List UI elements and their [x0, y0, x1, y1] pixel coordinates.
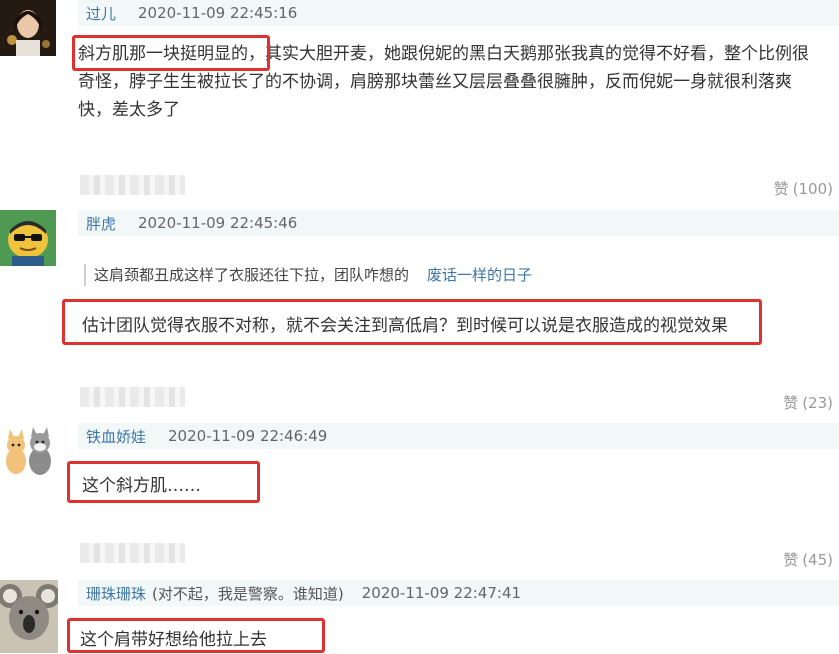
- comment-text: 奇怪，脖子生生被拉长了的不协调，肩膀那块蕾丝又层层叠叠很臃肿，反而倪妮一身就很利…: [78, 72, 792, 92]
- like-button[interactable]: 赞 (100): [774, 178, 833, 199]
- user-remark: (对不起，我是警察。谁知道): [152, 584, 344, 603]
- comment-header: 过儿 2020-11-09 22:45:16: [78, 0, 839, 26]
- blurred-reply-area: [80, 543, 185, 563]
- avatar[interactable]: [0, 423, 58, 479]
- highlight-box: [67, 618, 325, 653]
- timestamp: 2020-11-09 22:45:16: [138, 4, 298, 22]
- highlight-box: [67, 461, 260, 503]
- avatar[interactable]: [0, 210, 56, 266]
- like-count: (100): [792, 180, 833, 198]
- timestamp: 2020-11-09 22:47:41: [361, 584, 522, 602]
- timestamp: 2020-11-09 22:45:46: [138, 214, 298, 232]
- quote-text: 这肩颈都丑成这样了衣服还往下拉，团队咋想的: [94, 266, 410, 284]
- comment-text: 快，差太多了: [78, 100, 180, 120]
- comment-header: 铁血娇娃 2020-11-09 22:46:49: [78, 423, 839, 449]
- like-count: (45): [802, 551, 833, 569]
- quoted-reply: 这肩颈都丑成这样了衣服还往下拉，团队咋想的 废话一样的日子: [84, 264, 532, 286]
- highlight-box: [72, 35, 270, 71]
- like-count: (23): [802, 394, 833, 412]
- quoted-username-link[interactable]: 废话一样的日子: [427, 266, 532, 284]
- avatar[interactable]: [0, 580, 58, 653]
- avatar[interactable]: [0, 0, 56, 56]
- like-label: 赞: [773, 180, 789, 198]
- username-link[interactable]: 珊珠珊珠: [86, 583, 146, 604]
- like-button[interactable]: 赞 (23): [783, 392, 833, 413]
- username-link[interactable]: 过儿: [86, 3, 116, 24]
- comment-text: 其实大胆开麦，她跟倪妮的黑白天鹅那张我真的觉得不好看，整个比例很: [265, 44, 809, 64]
- like-button[interactable]: 赞 (45): [783, 549, 833, 570]
- timestamp: 2020-11-09 22:46:49: [168, 427, 328, 445]
- blurred-reply-area: [80, 387, 185, 407]
- like-label: 赞: [783, 551, 799, 569]
- username-link[interactable]: 铁血娇娃: [86, 426, 146, 447]
- blurred-reply-area: [80, 175, 185, 195]
- highlight-box: [62, 299, 762, 345]
- comment-header: 珊珠珊珠 (对不起，我是警察。谁知道) 2020-11-09 22:47:41: [78, 580, 839, 606]
- username-link[interactable]: 胖虎: [86, 213, 116, 234]
- comment-header: 胖虎 2020-11-09 22:45:46: [78, 210, 839, 236]
- like-label: 赞: [783, 394, 799, 412]
